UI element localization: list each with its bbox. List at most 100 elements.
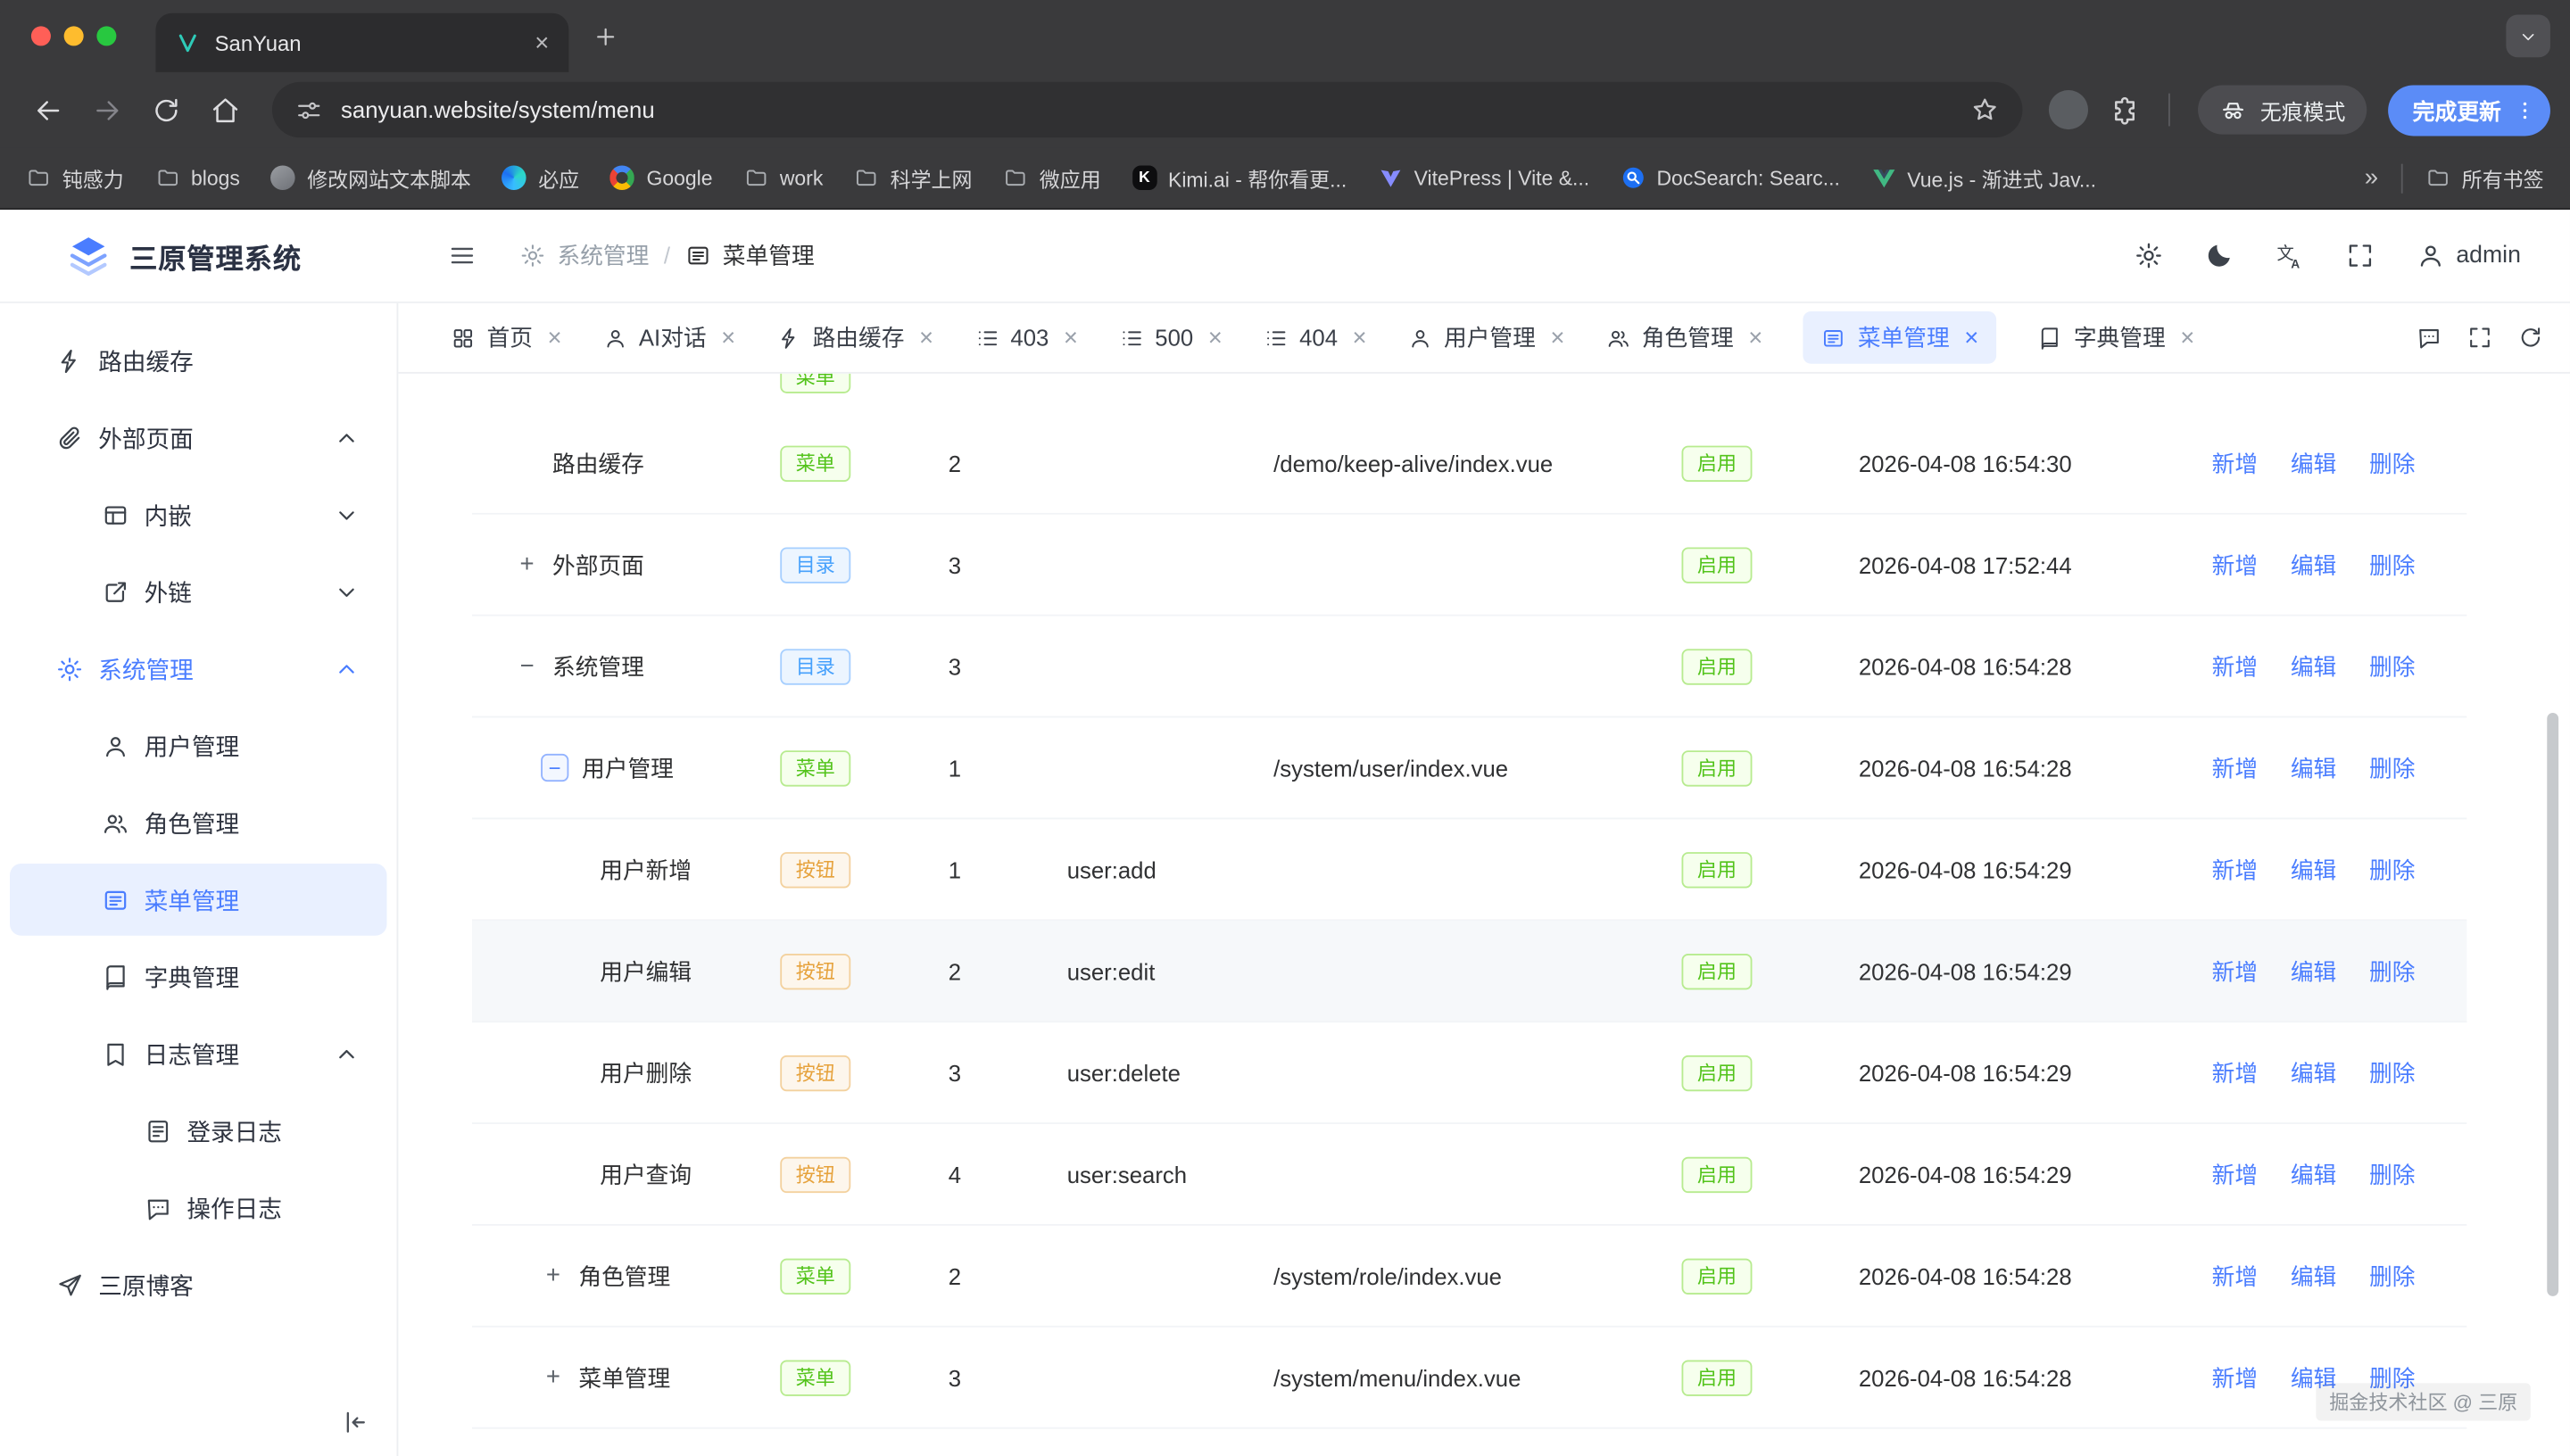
language-icon[interactable]: 文A [2274, 241, 2303, 270]
browser-tab[interactable]: SanYuan × [155, 13, 568, 72]
sidebar-item-external[interactable]: 外链 [10, 556, 386, 628]
breadcrumb-item-system[interactable]: 系统管理 [519, 239, 649, 272]
bookmarks-overflow-icon[interactable]: » [2365, 164, 2378, 192]
table-row[interactable]: 用户编辑按钮2user:edit启用2026-04-08 16:54:29新增编… [472, 921, 2466, 1022]
address-bar[interactable]: sanyuan.website/system/menu [272, 82, 2023, 137]
sidebar-item-menu[interactable]: 菜单管理 [10, 864, 386, 936]
action-add-link[interactable]: 新增 [2212, 1361, 2258, 1394]
workspace-tab[interactable]: 首页× [451, 321, 561, 354]
table-row[interactable]: −系统管理目录3启用2026-04-08 16:54:28新增编辑删除 [472, 616, 2466, 718]
action-add-link[interactable]: 新增 [2212, 649, 2258, 682]
expand-icon[interactable]: + [515, 550, 540, 578]
extension-avatar-icon[interactable] [2049, 90, 2088, 129]
tab-search-button[interactable] [2506, 15, 2550, 58]
action-edit-link[interactable]: 编辑 [2291, 751, 2336, 784]
reload-button[interactable] [137, 84, 193, 136]
site-settings-icon[interactable] [295, 95, 323, 123]
bookmark-item[interactable]: 微应用 [1003, 162, 1100, 194]
action-delete-link[interactable]: 删除 [2369, 955, 2415, 988]
extensions-puzzle-icon[interactable] [2110, 95, 2141, 126]
sidebar-item-embed[interactable]: 内嵌 [10, 478, 386, 550]
bookmark-item[interactable]: work [743, 166, 823, 191]
table-row[interactable]: +菜单管理菜单3/system/menu/index.vue启用2026-04-… [472, 1328, 2466, 1429]
action-edit-link[interactable]: 编辑 [2291, 955, 2336, 988]
workspace-tab[interactable]: 404× [1264, 324, 1367, 352]
bookmark-item[interactable]: VitePress | Vite &... [1378, 166, 1589, 191]
workspace-tab[interactable]: AI对话× [602, 321, 735, 354]
expand-icon[interactable]: + [541, 1262, 566, 1289]
scrollbar-thumb[interactable] [2547, 713, 2558, 1296]
workspace-tab[interactable]: 403× [974, 324, 1078, 352]
sidebar-item-clip[interactable]: 外部页面 [10, 401, 386, 474]
brand[interactable]: 三原管理系统 [0, 233, 398, 278]
bookmark-item[interactable]: DocSearch: Searc... [1621, 166, 1840, 191]
bookmark-item[interactable]: blogs [155, 166, 240, 191]
new-tab-button[interactable] [592, 22, 619, 50]
action-delete-link[interactable]: 删除 [2369, 1158, 2415, 1191]
bookmark-item[interactable]: Vue.js - 渐进式 Jav... [1871, 162, 2096, 194]
tab-close-icon[interactable]: × [1964, 324, 1978, 352]
url-text[interactable]: sanyuan.website/system/menu [341, 96, 1952, 122]
sidebar-item-dict[interactable]: 字典管理 [10, 940, 386, 1013]
action-add-link[interactable]: 新增 [2212, 548, 2258, 581]
action-add-link[interactable]: 新增 [2212, 1260, 2258, 1293]
bookmark-star-icon[interactable] [1970, 95, 2000, 125]
table-row[interactable]: +路由缓存菜单2/demo/keep-alive/index.vue启用2026… [472, 413, 2466, 515]
zoom-window-button[interactable] [96, 26, 116, 46]
tab-close-icon[interactable]: × [535, 29, 549, 56]
collapse-icon[interactable]: − [541, 754, 568, 782]
tab-close-icon[interactable]: × [1208, 324, 1223, 352]
table-row[interactable]: 用户新增按钮1user:add启用2026-04-08 16:54:29新增编辑… [472, 819, 2466, 921]
all-bookmarks-button[interactable]: 所有书签 [2425, 162, 2543, 194]
minimize-window-button[interactable] [64, 26, 84, 46]
sidebar-toggle-button[interactable] [447, 241, 477, 270]
sidebar-collapse-button[interactable] [339, 1408, 369, 1437]
bookmark-item[interactable]: Google [610, 166, 712, 191]
sidebar-item-user[interactable]: 用户管理 [10, 709, 386, 782]
workspace-tab[interactable]: 字典管理× [2037, 321, 2194, 354]
action-edit-link[interactable]: 编辑 [2291, 1056, 2336, 1089]
table-row[interactable]: +外部页面目录3启用2026-04-08 17:52:44新增编辑删除 [472, 515, 2466, 616]
expand-icon[interactable]: + [541, 1363, 566, 1391]
action-edit-link[interactable]: 编辑 [2291, 649, 2336, 682]
menu-dots-icon[interactable] [2513, 97, 2538, 122]
feedback-icon[interactable] [2416, 325, 2442, 351]
action-edit-link[interactable]: 编辑 [2291, 447, 2336, 480]
action-edit-link[interactable]: 编辑 [2291, 1260, 2336, 1293]
action-delete-link[interactable]: 删除 [2369, 853, 2415, 886]
collapse-icon[interactable]: − [515, 652, 540, 680]
action-delete-link[interactable]: 删除 [2369, 447, 2415, 480]
action-add-link[interactable]: 新增 [2212, 1056, 2258, 1089]
action-add-link[interactable]: 新增 [2212, 853, 2258, 886]
tab-close-icon[interactable]: × [721, 324, 735, 352]
tab-close-icon[interactable]: × [1748, 324, 1762, 352]
workspace-tab[interactable]: 500× [1119, 324, 1223, 352]
action-edit-link[interactable]: 编辑 [2291, 1158, 2336, 1191]
table-row[interactable]: +角色管理菜单2/system/role/index.vue启用2026-04-… [472, 1226, 2466, 1328]
back-button[interactable] [20, 84, 75, 136]
tab-close-icon[interactable]: × [919, 324, 933, 352]
action-edit-link[interactable]: 编辑 [2291, 853, 2336, 886]
content-fullscreen-icon[interactable] [2466, 325, 2492, 351]
breadcrumb-item-menu[interactable]: 菜单管理 [685, 239, 815, 272]
update-button[interactable]: 完成更新 [2388, 85, 2550, 136]
sidebar-item-doc[interactable]: 登录日志 [10, 1095, 386, 1167]
action-add-link[interactable]: 新增 [2212, 955, 2258, 988]
action-add-link[interactable]: 新增 [2212, 751, 2258, 784]
bookmark-item[interactable]: 钝感力 [26, 162, 123, 194]
action-delete-link[interactable]: 删除 [2369, 1260, 2415, 1293]
bookmark-item[interactable]: KKimi.ai - 帮你看更... [1132, 162, 1347, 194]
refresh-icon[interactable] [2517, 325, 2543, 351]
table-row[interactable]: 用户查询按钮4user:search启用2026-04-08 16:54:29新… [472, 1124, 2466, 1226]
fullscreen-icon[interactable] [2344, 241, 2374, 270]
tab-close-icon[interactable]: × [1353, 324, 1367, 352]
dark-mode-icon[interactable] [2203, 241, 2233, 270]
table-row[interactable]: 菜单 [472, 374, 2466, 413]
table-row[interactable]: −用户管理菜单1/system/user/index.vue启用2026-04-… [472, 717, 2466, 819]
bookmark-item[interactable]: 科学上网 [854, 162, 972, 194]
settings-icon[interactable] [2134, 241, 2163, 270]
tab-close-icon[interactable]: × [1550, 324, 1564, 352]
tab-close-icon[interactable]: × [2180, 324, 2194, 352]
action-delete-link[interactable]: 删除 [2369, 751, 2415, 784]
sidebar-item-users[interactable]: 角色管理 [10, 787, 386, 859]
